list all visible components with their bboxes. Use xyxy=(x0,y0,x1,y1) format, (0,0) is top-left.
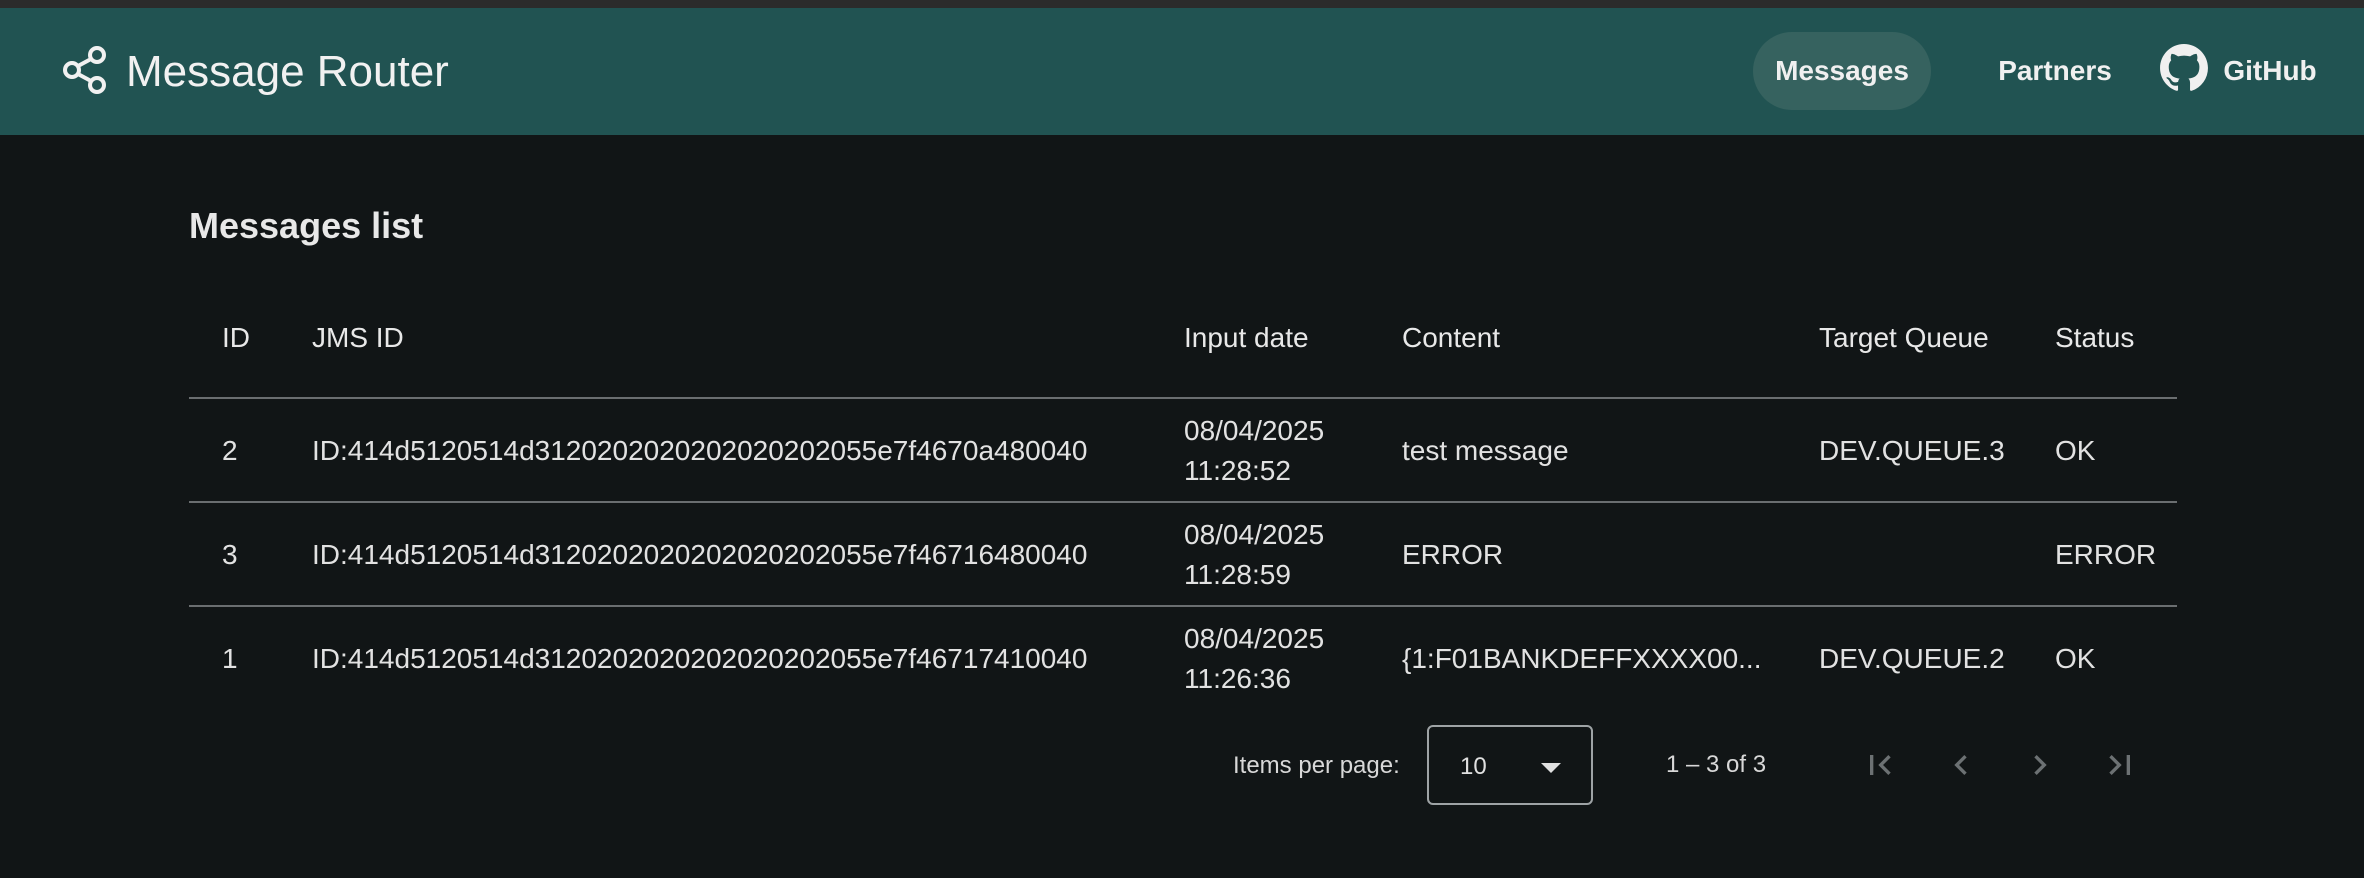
cell-input-date: 08/04/2025 11:28:52 xyxy=(1184,411,1324,491)
page-title: Messages list xyxy=(189,205,424,246)
cell-jms-id: ID:414d5120514d3120202020202020202055e7f… xyxy=(312,643,1088,674)
cell-input-date: 08/04/2025 11:26:36 xyxy=(1184,619,1324,699)
cell-content: ERROR xyxy=(1402,539,1504,570)
github-label: GitHub xyxy=(2223,55,2317,86)
app-title: Message Router xyxy=(126,47,449,96)
cell-jms-id: ID:414d5120514d3120202020202020202055e7f… xyxy=(312,435,1088,466)
column-header-status: Status xyxy=(2055,322,2135,353)
brand[interactable]: Message Router xyxy=(60,45,449,100)
cell-status: OK xyxy=(2055,435,2096,466)
github-icon xyxy=(2159,43,2223,100)
table-row[interactable]: 1 ID:414d5120514d3120202020202020202055e… xyxy=(189,607,2177,711)
cell-id: 1 xyxy=(222,643,238,674)
previous-page-button[interactable] xyxy=(1939,743,1983,787)
column-header-id: ID xyxy=(222,322,250,353)
column-header-content: Content xyxy=(1402,322,1501,353)
cell-target-queue: DEV.QUEUE.2 xyxy=(1819,643,2005,674)
cell-time: 11:28:52 xyxy=(1184,455,1291,486)
range-label: 1 – 3 of 3 xyxy=(1666,751,1767,778)
first-page-button[interactable] xyxy=(1858,743,1902,787)
table-row[interactable]: 3 ID:414d5120514d3120202020202020202055e… xyxy=(189,503,2177,607)
last-page-icon xyxy=(2109,755,2130,775)
column-header-input-date: Input date xyxy=(1184,322,1309,353)
cell-date: 08/04/2025 xyxy=(1184,519,1325,550)
cell-id: 2 xyxy=(222,435,238,466)
column-header-jms-id: JMS ID xyxy=(312,322,404,353)
nav-messages-button[interactable]: Messages xyxy=(1753,32,1931,110)
items-per-page-label: Items per page: xyxy=(1233,752,1400,779)
last-page-button[interactable] xyxy=(2098,743,2142,787)
cell-status: ERROR xyxy=(2055,539,2157,570)
share-nodes-icon xyxy=(60,45,110,100)
chevron-left-icon xyxy=(1954,755,1967,775)
cell-content: test message xyxy=(1402,435,1569,466)
cell-date: 08/04/2025 xyxy=(1184,623,1325,654)
nav-github-button[interactable]: GitHub xyxy=(2158,32,2318,110)
cell-input-date: 08/04/2025 11:28:59 xyxy=(1184,515,1324,595)
page-size-value: 10 xyxy=(1460,753,1487,780)
table-row[interactable]: 2 ID:414d5120514d3120202020202020202055e… xyxy=(189,399,2177,503)
window-top-strip xyxy=(0,0,2364,8)
cell-time: 11:26:36 xyxy=(1184,663,1291,694)
cell-target-queue: DEV.QUEUE.3 xyxy=(1819,435,2005,466)
top-navbar: Message Router Messages Partners GitHub xyxy=(0,8,2364,135)
cell-status: OK xyxy=(2055,643,2096,674)
cell-time: 11:28:59 xyxy=(1184,559,1291,590)
caret-down-icon xyxy=(1541,763,1561,773)
column-header-target-queue: Target Queue xyxy=(1819,322,1989,353)
cell-jms-id: ID:414d5120514d3120202020202020202055e7f… xyxy=(312,539,1088,570)
nav-partners-button[interactable]: Partners xyxy=(1970,32,2140,110)
next-page-button[interactable] xyxy=(2018,743,2062,787)
first-page-icon xyxy=(1870,755,1891,775)
chevron-right-icon xyxy=(2034,755,2047,775)
page-size-select[interactable]: 10 xyxy=(1427,725,1593,805)
cell-content: {1:F01BANKDEFFXXXX00... xyxy=(1402,643,1762,674)
paginator: Items per page: 10 1 – 3 of 3 xyxy=(0,725,2364,809)
cell-date: 08/04/2025 xyxy=(1184,415,1325,446)
cell-id: 3 xyxy=(222,539,238,570)
